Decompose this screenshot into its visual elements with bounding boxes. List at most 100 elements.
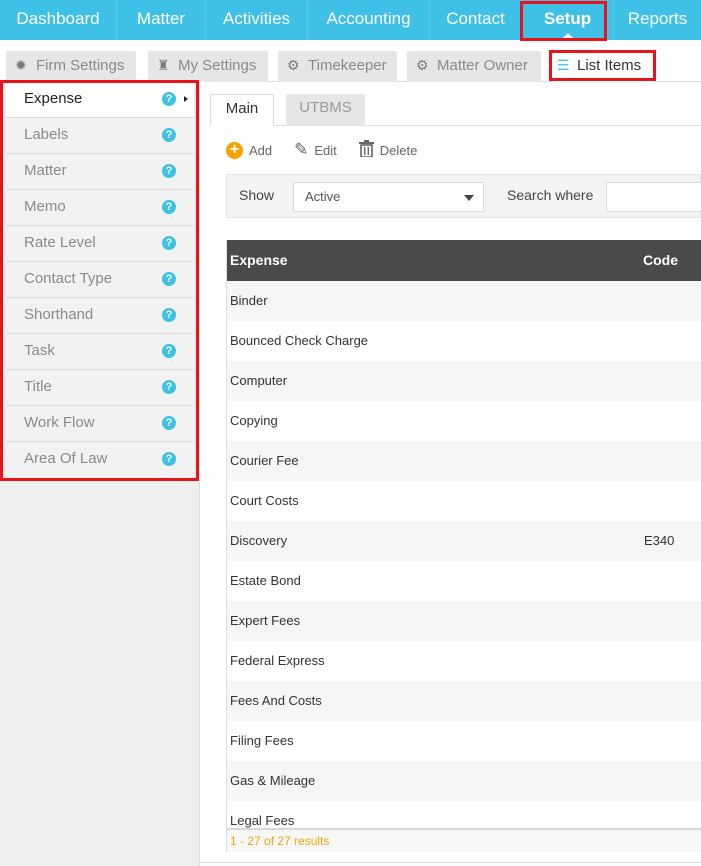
- gear-icon: ✹: [15, 57, 27, 73]
- delete-button[interactable]: Delete: [358, 140, 418, 160]
- bottom-divider: [200, 862, 701, 863]
- cell-expense: Fees And Costs: [230, 693, 322, 708]
- content-tabs: Main UTBMS: [210, 94, 701, 126]
- sidebar-item-memo[interactable]: Memo ?: [6, 190, 194, 226]
- cell-expense: Computer: [230, 373, 288, 388]
- table-row[interactable]: Binder: [227, 281, 701, 321]
- delete-button-label: Delete: [379, 142, 418, 158]
- sidebar-item-label: Matter: [24, 162, 67, 179]
- sidebar-item-matter[interactable]: Matter ?: [6, 154, 194, 190]
- setup-subtabs: ✹ Firm Settings ♜ My Settings ⚙ Timekeep…: [0, 40, 701, 82]
- add-button-label: Add: [249, 142, 273, 158]
- chevron-down-icon: [464, 195, 474, 201]
- table-row[interactable]: Expert Fees: [227, 601, 701, 641]
- table-row[interactable]: Legal Fees: [227, 801, 701, 828]
- subtab-firm-settings[interactable]: ✹ Firm Settings: [6, 51, 136, 82]
- help-icon[interactable]: ?: [162, 416, 176, 430]
- table-row[interactable]: Federal Express: [227, 641, 701, 681]
- nav-accounting[interactable]: Accounting: [308, 0, 430, 40]
- add-button[interactable]: + Add: [226, 141, 273, 159]
- cell-expense: Court Costs: [230, 493, 299, 508]
- column-header-code[interactable]: Code: [643, 252, 678, 268]
- cell-expense: Discovery: [230, 533, 288, 548]
- help-icon[interactable]: ?: [162, 308, 176, 322]
- cell-expense: Federal Express: [230, 653, 325, 668]
- table-row[interactable]: Bounced Check Charge: [227, 321, 701, 361]
- main-content: Main UTBMS + Add ✎ Edit Delete Show Acti…: [200, 82, 701, 866]
- cell-expense: Filing Fees: [230, 733, 294, 748]
- help-icon[interactable]: ?: [162, 200, 176, 214]
- sidebar-item-title[interactable]: Title ?: [6, 370, 194, 406]
- list-icon: ☰: [557, 57, 570, 73]
- help-icon[interactable]: ?: [162, 92, 176, 106]
- cell-expense: Gas & Mileage: [230, 773, 316, 788]
- gears-icon: ⚙: [287, 57, 300, 73]
- list-type-menu: Expense ? Labels ? Matter ? Memo ? Rate …: [6, 82, 194, 478]
- table-row[interactable]: Filing Fees: [227, 721, 701, 761]
- sidebar-item-task[interactable]: Task ?: [6, 334, 194, 370]
- expense-grid: Expense Code Binder Bounced Check Charge…: [226, 240, 701, 828]
- gear-icon: ⚙: [416, 57, 429, 73]
- subtab-list-items[interactable]: ☰ List Items: [553, 51, 653, 82]
- cell-expense: Bounced Check Charge: [230, 333, 369, 348]
- sidebar-item-labels[interactable]: Labels ?: [6, 118, 194, 154]
- help-icon[interactable]: ?: [162, 452, 176, 466]
- sidebar-item-label: Expense: [24, 90, 83, 107]
- help-icon[interactable]: ?: [162, 380, 176, 394]
- active-caret-icon: [560, 33, 575, 40]
- table-row[interactable]: Discovery E340: [227, 521, 701, 561]
- help-icon[interactable]: ?: [162, 344, 176, 358]
- nav-activities[interactable]: Activities: [206, 0, 308, 40]
- sidebar-item-contact-type[interactable]: Contact Type ?: [6, 262, 194, 298]
- sidebar-item-label: Shorthand: [24, 306, 94, 323]
- trash-icon: [358, 140, 374, 160]
- table-row[interactable]: Copying: [227, 401, 701, 441]
- tab-utbms[interactable]: UTBMS: [286, 94, 365, 126]
- grid-pager-summary: 1 - 27 of 27 results: [226, 828, 701, 852]
- sidebar-item-area-of-law[interactable]: Area Of Law ?: [6, 442, 194, 478]
- subtab-matter-owner[interactable]: ⚙ Matter Owner: [407, 51, 541, 82]
- sidebar-item-rate-level[interactable]: Rate Level ?: [6, 226, 194, 262]
- column-header-expense[interactable]: Expense: [230, 252, 288, 268]
- table-row[interactable]: Court Costs: [227, 481, 701, 521]
- table-row[interactable]: Estate Bond: [227, 561, 701, 601]
- subtab-label: Firm Settings: [36, 57, 125, 74]
- plus-circle-icon: +: [226, 141, 243, 159]
- sidebar-item-label: Contact Type: [24, 270, 113, 287]
- sidebar-item-label: Task: [24, 342, 55, 359]
- tab-main[interactable]: Main: [210, 94, 274, 126]
- nav-matter[interactable]: Matter: [117, 0, 206, 40]
- edit-icon: ✎: [294, 140, 309, 159]
- help-icon[interactable]: ?: [162, 164, 176, 178]
- nav-contact[interactable]: Contact: [430, 0, 522, 40]
- cell-expense: Estate Bond: [230, 573, 301, 588]
- subtab-label: List Items: [577, 57, 642, 74]
- filter-bar: Show Active Search where: [226, 174, 701, 218]
- table-row[interactable]: Gas & Mileage: [227, 761, 701, 801]
- edit-button[interactable]: ✎ Edit: [294, 140, 337, 160]
- sidebar-item-expense[interactable]: Expense ?: [6, 82, 194, 118]
- table-row[interactable]: Courier Fee: [227, 441, 701, 481]
- help-icon[interactable]: ?: [162, 236, 176, 250]
- search-input[interactable]: [606, 182, 701, 212]
- show-select[interactable]: Active: [293, 182, 484, 212]
- sidebar-item-label: Work Flow: [24, 414, 95, 431]
- help-icon[interactable]: ?: [162, 272, 176, 286]
- sidebar-item-label: Title: [24, 378, 52, 395]
- nav-setup[interactable]: Setup: [522, 0, 614, 40]
- nav-dashboard[interactable]: Dashboard: [0, 0, 117, 40]
- subtab-timekeeper[interactable]: ⚙ Timekeeper: [278, 51, 397, 82]
- edit-button-label: Edit: [314, 142, 337, 158]
- subtab-label: Matter Owner: [437, 57, 528, 74]
- cell-expense: Expert Fees: [230, 613, 301, 628]
- sidebar-item-work-flow[interactable]: Work Flow ?: [6, 406, 194, 442]
- nav-reports[interactable]: Reports: [614, 0, 701, 40]
- table-row[interactable]: Computer: [227, 361, 701, 401]
- cell-code: E340: [644, 533, 675, 548]
- help-icon[interactable]: ?: [162, 128, 176, 142]
- user-tie-icon: ♜: [157, 57, 170, 73]
- sidebar-item-shorthand[interactable]: Shorthand ?: [6, 298, 194, 334]
- table-row[interactable]: Fees And Costs: [227, 681, 701, 721]
- subtab-label: My Settings: [178, 57, 257, 74]
- subtab-my-settings[interactable]: ♜ My Settings: [148, 51, 268, 82]
